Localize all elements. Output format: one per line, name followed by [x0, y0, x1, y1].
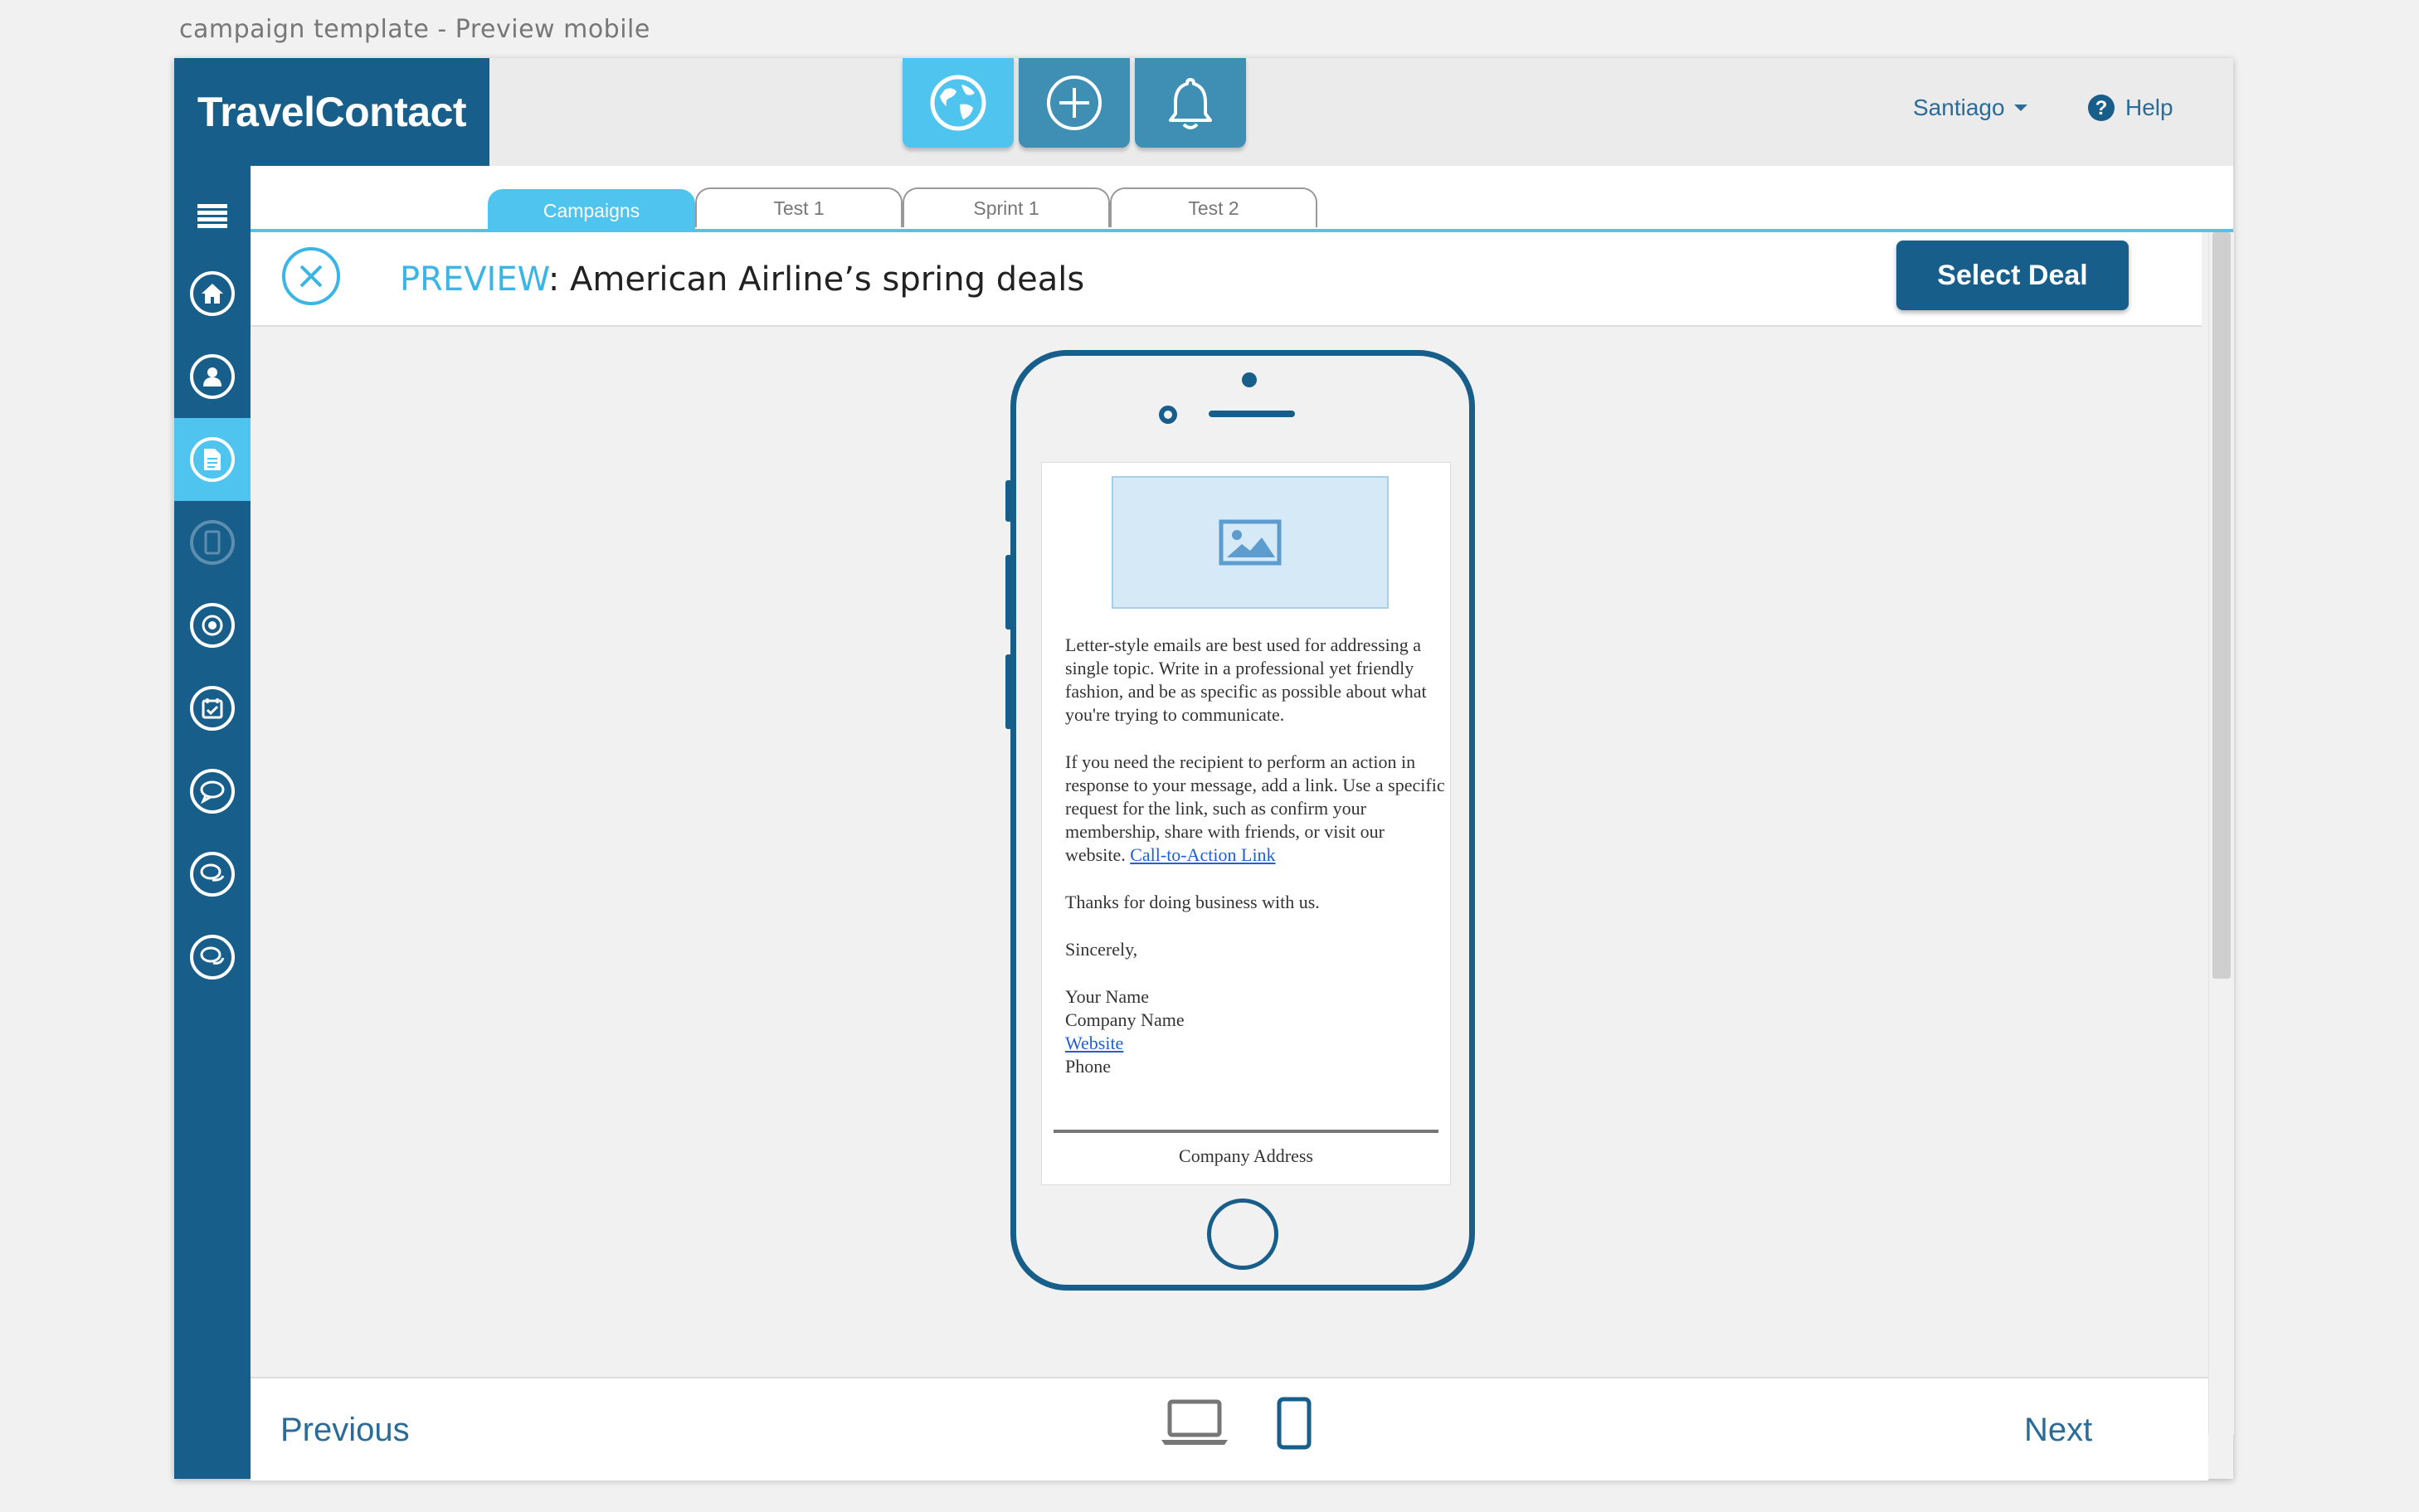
close-icon — [299, 265, 323, 288]
brand-logo[interactable]: TravelContact — [174, 58, 489, 166]
email-company-address: Company Address — [1179, 1145, 1313, 1166]
preview-keyword: PREVIEW — [400, 260, 548, 299]
vertical-scrollbar[interactable] — [2208, 232, 2234, 1435]
preview-campaign-name: American Airline’s spring deals — [570, 260, 1085, 299]
chat-multi-icon — [200, 946, 225, 965]
mobile-icon — [1277, 1397, 1312, 1450]
signature-phone: Phone — [1065, 1056, 1111, 1077]
signature-website-link[interactable]: Website — [1065, 1033, 1123, 1053]
caret-down-icon — [2013, 105, 2027, 111]
next-button[interactable]: Next — [2024, 1412, 2092, 1449]
phone-volume-down — [1005, 654, 1012, 729]
mobile-preview-button[interactable] — [1276, 1397, 1312, 1450]
email-signature: Your Name Company Name Website Phone — [1065, 985, 1447, 1078]
phone-sensor — [1159, 406, 1177, 424]
sidebar-item-mobile[interactable] — [174, 501, 251, 584]
image-icon — [1219, 519, 1282, 566]
phone-mute-switch — [1005, 480, 1012, 522]
top-bar: TravelContact Santiago ? Help — [174, 58, 2233, 166]
globe-icon — [930, 75, 986, 131]
document-icon — [204, 449, 221, 470]
user-name: Santiago — [1913, 95, 2005, 120]
email-body: Letter-style emails are best used for ad… — [1065, 634, 1447, 1078]
home-icon — [202, 284, 223, 304]
add-button[interactable] — [1019, 58, 1130, 148]
mobile-device-frame: Letter-style emails are best used for ad… — [1005, 350, 1475, 1291]
sidebar-item-conversations[interactable] — [174, 833, 251, 916]
email-paragraph-1: Letter-style emails are best used for ad… — [1065, 634, 1427, 725]
sidebar-item-contacts[interactable] — [174, 335, 251, 418]
call-to-action-link[interactable]: Call-to-Action Link — [1130, 844, 1275, 865]
sidebar-item-campaigns[interactable] — [174, 418, 251, 501]
user-icon — [203, 367, 221, 387]
sidebar-menu-toggle[interactable] — [174, 174, 251, 257]
preview-separator: : — [548, 260, 571, 299]
signature-name: Your Name — [1065, 986, 1150, 1007]
close-preview-button[interactable] — [282, 247, 340, 305]
tab-campaigns[interactable]: Campaigns — [488, 189, 695, 231]
email-divider — [1054, 1130, 1438, 1133]
chat-icon — [200, 780, 225, 804]
sidebar-item-home[interactable] — [174, 252, 251, 335]
scrollbar-thumb[interactable] — [2212, 232, 2231, 979]
campaign-tabs: Campaigns Test 1 Sprint 1 Test 2 — [251, 166, 2233, 232]
email-sign-off: Sincerely, — [1065, 939, 1138, 960]
globe-button[interactable] — [903, 58, 1014, 148]
chat-double-icon — [200, 863, 225, 882]
tab-test-1[interactable]: Test 1 — [695, 187, 903, 227]
signature-company: Company Name — [1065, 1009, 1185, 1030]
email-paragraph-3: Thanks for doing business with us. — [1065, 892, 1320, 912]
window-title: campaign template - Preview mobile — [179, 15, 650, 44]
sidebar-item-messages[interactable] — [174, 750, 251, 833]
svg-text:?: ? — [2095, 97, 2108, 119]
sidebar — [174, 166, 251, 1479]
device-toggle — [1160, 1397, 1312, 1450]
footer-navigation: Previous Next — [251, 1377, 2208, 1480]
desktop-preview-button[interactable] — [1160, 1398, 1229, 1448]
question-circle-icon: ? — [2088, 95, 2115, 121]
menu-icon — [197, 204, 227, 228]
user-menu[interactable]: Santiago — [1913, 83, 2028, 133]
help-label: Help — [2125, 95, 2173, 120]
notifications-button[interactable] — [1135, 58, 1246, 148]
sidebar-item-calendar[interactable] — [174, 667, 251, 750]
previous-button[interactable]: Previous — [280, 1412, 410, 1449]
email-preview-screen[interactable]: Letter-style emails are best used for ad… — [1041, 462, 1451, 1185]
tab-test-2[interactable]: Test 2 — [1110, 187, 1317, 227]
email-paragraph-2: If you need the recipient to perform an … — [1065, 751, 1445, 865]
image-placeholder — [1112, 476, 1389, 609]
bell-icon — [1169, 78, 1212, 129]
help-link[interactable]: ? Help — [2087, 83, 2173, 133]
page-title: PREVIEW: American Airline’s spring deals — [400, 260, 1084, 299]
sidebar-item-discussions[interactable] — [174, 916, 251, 999]
select-deal-button[interactable]: Select Deal — [1896, 241, 2129, 310]
preview-header: PREVIEW: American Airline’s spring deals… — [251, 232, 2202, 327]
tablet-icon — [204, 530, 221, 555]
tab-sprint-1[interactable]: Sprint 1 — [903, 187, 1110, 227]
phone-home-button — [1207, 1198, 1278, 1270]
app-window: TravelContact Santiago ? Help Campaigns … — [174, 58, 2234, 1480]
laptop-icon — [1161, 1399, 1228, 1445]
calendar-check-icon — [202, 698, 223, 719]
phone-volume-up — [1005, 555, 1012, 630]
phone-speaker — [1209, 411, 1295, 417]
top-icon-group — [903, 58, 1246, 149]
plus-circle-icon — [1047, 75, 1102, 130]
phone-camera — [1242, 372, 1257, 387]
target-icon — [202, 615, 223, 636]
sidebar-item-targets[interactable] — [174, 584, 251, 667]
